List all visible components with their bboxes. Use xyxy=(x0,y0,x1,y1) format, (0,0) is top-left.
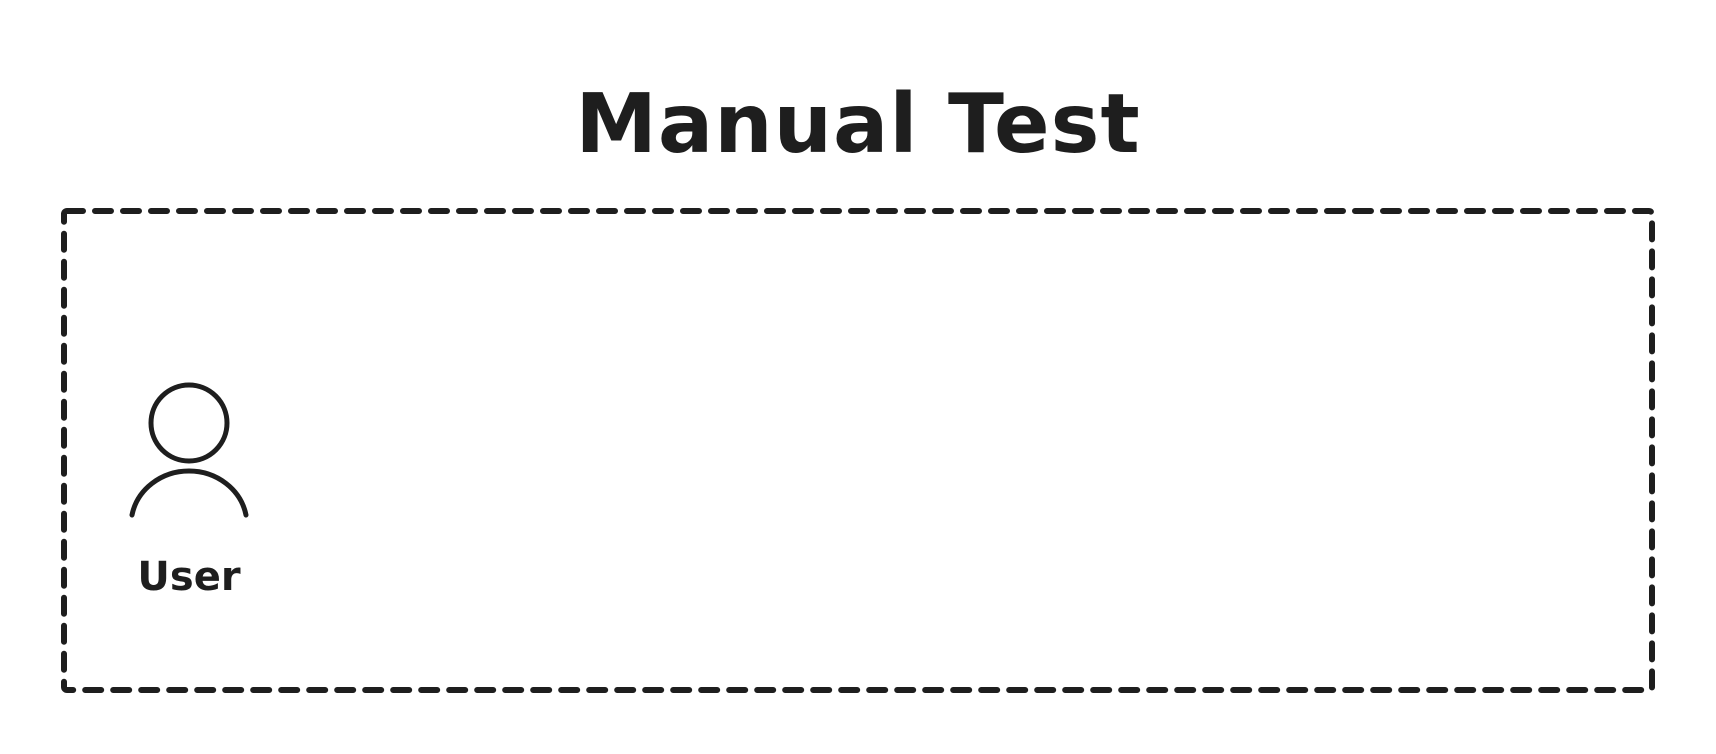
diagram-canvas: Manual Test User xyxy=(0,0,1716,754)
diagram-title: Manual Test xyxy=(575,77,1140,172)
boundary-frame[interactable] xyxy=(61,208,1655,693)
user-icon[interactable] xyxy=(129,382,249,518)
diagram-svg: Manual Test User xyxy=(61,77,1655,693)
user-label: User xyxy=(137,554,240,600)
user-icon-body xyxy=(129,468,249,518)
user-icon-head xyxy=(148,382,230,464)
